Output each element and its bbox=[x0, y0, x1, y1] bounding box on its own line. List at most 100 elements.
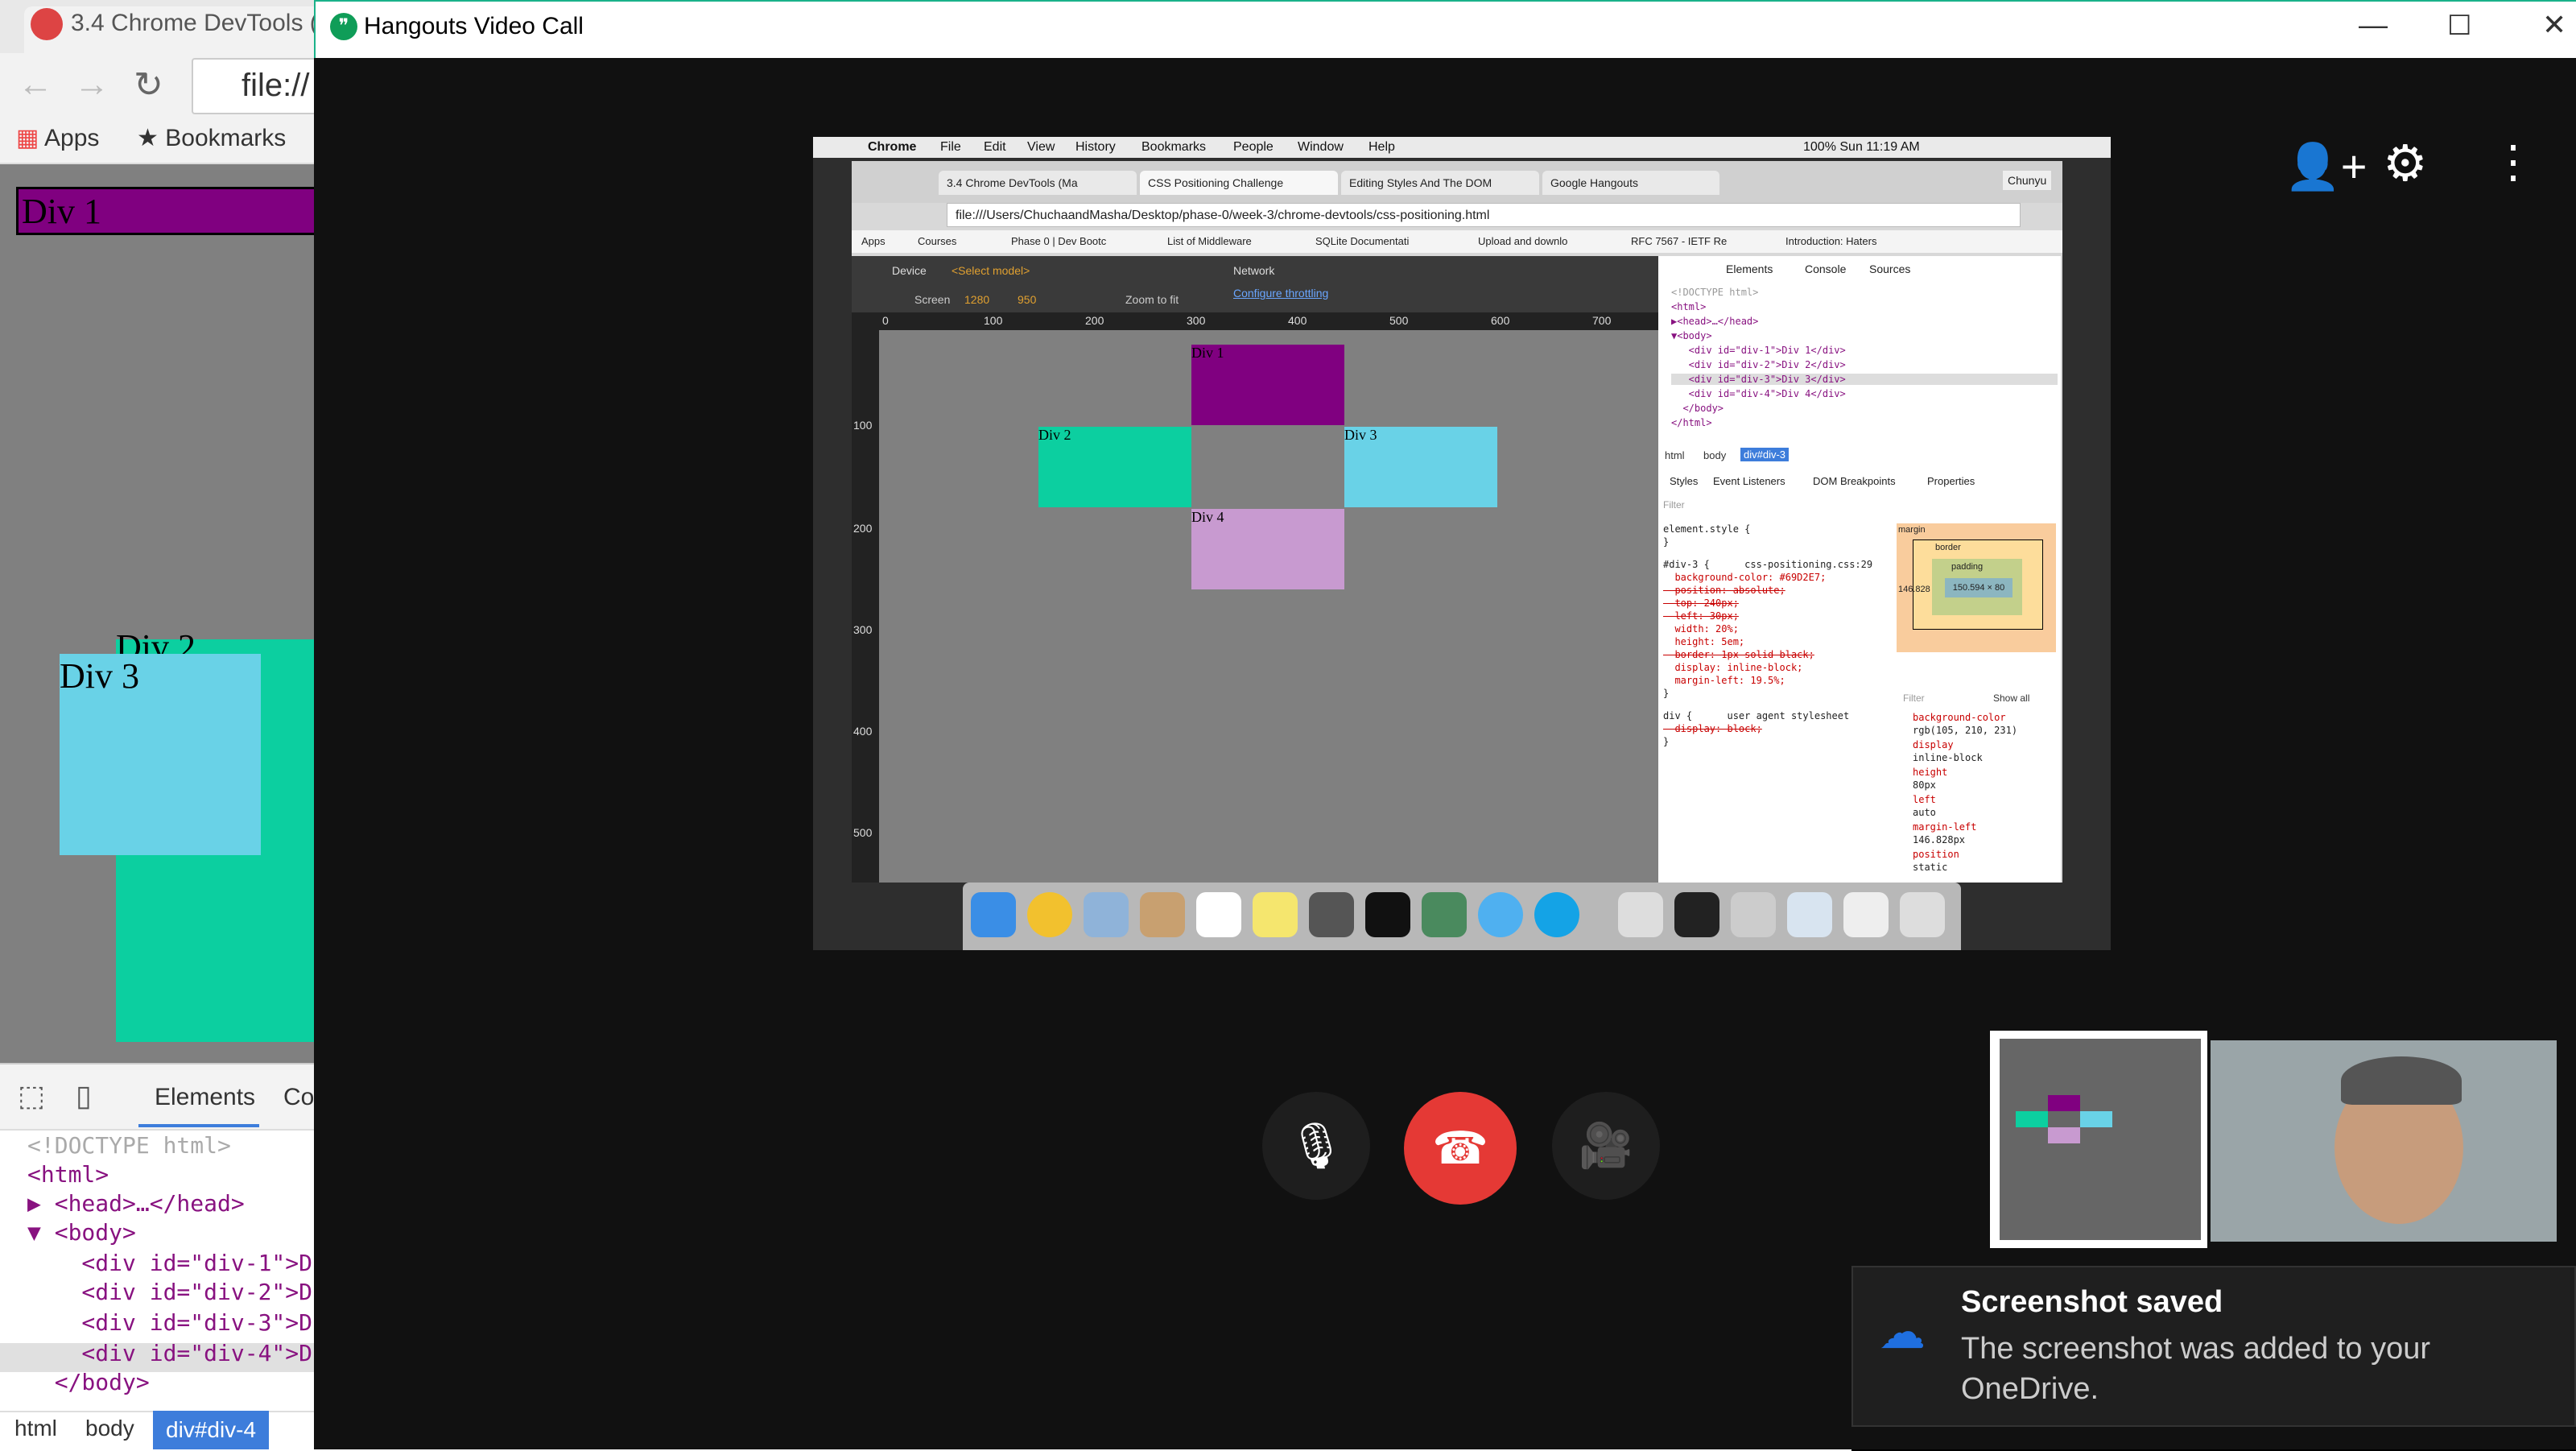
ruler-tick: 0 bbox=[882, 314, 889, 327]
participant-cap bbox=[2341, 1056, 2462, 1105]
screen-height: 950 bbox=[1018, 293, 1037, 306]
window-thumb-icon bbox=[1787, 892, 1832, 937]
style-rule-line: top: 240px; bbox=[1663, 597, 1739, 609]
forward-arrow-icon[interactable]: → bbox=[74, 64, 109, 105]
shared-bookmark: Introduction: Haters bbox=[1785, 235, 1877, 247]
style-rule-line: position: absolute; bbox=[1663, 585, 1785, 596]
bookmarks-folder[interactable]: ★ Bookmarks bbox=[137, 124, 286, 152]
bookmarks-folder-label: Bookmarks bbox=[165, 125, 287, 151]
apps-grid-icon: ▦ bbox=[16, 125, 39, 151]
shared-div-1: Div 1 bbox=[1191, 345, 1344, 425]
menu-bookmarks: Bookmarks bbox=[1141, 140, 1207, 154]
apps-bookmark[interactable]: ▦ Apps bbox=[16, 124, 99, 152]
reload-icon[interactable]: ↻ bbox=[134, 64, 163, 105]
ruler-tick: 200 bbox=[853, 522, 873, 535]
shared-bookmark: RFC 7567 - IETF Re bbox=[1631, 235, 1728, 247]
style-rule-line: element.style { bbox=[1663, 523, 1751, 535]
maximize-button[interactable]: ☐ bbox=[2447, 10, 2471, 42]
tab-elements[interactable]: Elements bbox=[155, 1084, 255, 1111]
menu-file: File bbox=[940, 140, 961, 154]
minimize-button[interactable]: — bbox=[2359, 8, 2388, 42]
computed-filter: Filter bbox=[1903, 692, 1925, 704]
shared-bookmark: Apps bbox=[861, 235, 886, 247]
shared-div-4: Div 4 bbox=[1191, 509, 1344, 589]
style-rule-line: border: 1px solid black; bbox=[1663, 649, 1814, 660]
device-model-select: <Select model> bbox=[952, 264, 1030, 277]
style-rule-line: } bbox=[1663, 688, 1670, 699]
menu-history: History bbox=[1075, 140, 1116, 154]
shared-tab: Editing Styles And The DOM bbox=[1341, 171, 1539, 195]
breadcrumb-body[interactable]: body bbox=[85, 1416, 134, 1441]
style-rule-line: } bbox=[1663, 536, 1670, 548]
phone-hangup-icon[interactable]: ☎ bbox=[1404, 1092, 1517, 1205]
add-person-icon[interactable]: 👤+ bbox=[2285, 140, 2367, 193]
ruler-tick: 400 bbox=[853, 725, 873, 738]
computed-prop: left bbox=[1913, 794, 1936, 805]
box-model-border-label: border bbox=[1935, 543, 1961, 552]
dom-line[interactable]: <html> bbox=[27, 1161, 109, 1188]
style-rule-line: div { user agent stylesheet bbox=[1663, 710, 1850, 721]
thumb-div-3 bbox=[2080, 1111, 2112, 1127]
ruler-tick: 500 bbox=[853, 826, 873, 839]
shared-bookmark: Courses bbox=[918, 235, 957, 247]
window-thumb-icon bbox=[1731, 892, 1776, 937]
ruler-tick: 400 bbox=[1288, 314, 1307, 327]
trash-icon bbox=[1900, 892, 1945, 937]
inspect-element-icon[interactable]: ⬚ bbox=[18, 1079, 45, 1113]
window-thumb-icon bbox=[1843, 892, 1889, 937]
gear-icon[interactable]: ⚙ bbox=[2383, 134, 2428, 192]
box-model-left-margin: 146.828 bbox=[1898, 585, 1930, 594]
shared-crumb-selected: div#div-3 bbox=[1740, 448, 1790, 461]
slack-icon bbox=[1422, 892, 1467, 937]
computed-prop: margin-left bbox=[1913, 821, 1977, 833]
computed-value: auto bbox=[1913, 807, 1936, 818]
shared-dom-line: ▼<body> bbox=[1671, 330, 1712, 341]
dom-line[interactable]: ▼ <body> bbox=[27, 1219, 136, 1246]
back-arrow-icon[interactable]: ← bbox=[18, 64, 53, 105]
menu-window: Window bbox=[1298, 140, 1344, 154]
contacts-icon bbox=[1140, 892, 1185, 937]
computed-value: inline-block bbox=[1913, 752, 1983, 763]
onedrive-cloud-icon: ☁ bbox=[1879, 1306, 1926, 1358]
dom-line[interactable]: <div id="div-1">Di bbox=[27, 1250, 325, 1276]
star-icon: ★ bbox=[137, 125, 159, 151]
menu-people: People bbox=[1233, 140, 1274, 154]
microphone-icon[interactable]: 🎙 bbox=[1262, 1092, 1370, 1200]
device-mode-icon[interactable]: ▯ bbox=[76, 1079, 92, 1113]
shared-pane-tab: DOM Breakpoints bbox=[1813, 475, 1896, 487]
dom-line[interactable]: </body> bbox=[27, 1369, 150, 1395]
ruler-tick: 600 bbox=[1491, 314, 1510, 327]
menubar-status: 100% Sun 11:19 AM bbox=[1803, 140, 1920, 154]
chrome-devtools-favicon-icon bbox=[31, 8, 63, 40]
breadcrumb-html[interactable]: html bbox=[14, 1416, 57, 1441]
shared-div-2: Div 2 bbox=[1038, 427, 1191, 507]
shared-dom-line: </html> bbox=[1671, 417, 1712, 428]
styles-filter: Filter bbox=[1663, 499, 1685, 511]
shared-pane-tab: Styles bbox=[1670, 475, 1699, 487]
shared-devtools-tab: Console bbox=[1805, 263, 1847, 275]
style-rule-line: height: 5em; bbox=[1663, 636, 1745, 647]
close-button[interactable]: ✕ bbox=[2542, 8, 2566, 42]
dom-line[interactable]: <!DOCTYPE html> bbox=[27, 1132, 231, 1159]
shared-tab-active: CSS Positioning Challenge bbox=[1140, 171, 1338, 195]
notes-icon bbox=[1253, 892, 1298, 937]
shared-bookmark: Phase 0 | Dev Bootc bbox=[1011, 235, 1107, 247]
video-camera-icon[interactable]: 🎥 bbox=[1552, 1092, 1660, 1200]
network-label: Network bbox=[1233, 264, 1275, 277]
more-vert-icon[interactable]: ⋮ bbox=[2491, 135, 2536, 188]
terminal-icon bbox=[1365, 892, 1410, 937]
breadcrumb-div-4[interactable]: div#div-4 bbox=[153, 1411, 270, 1449]
page-div-1: Div 1 bbox=[16, 187, 322, 235]
style-rule-line: #div-3 { css-positioning.css:29 bbox=[1663, 559, 1873, 570]
skype-icon bbox=[1534, 892, 1579, 937]
sublime-icon bbox=[1309, 892, 1354, 937]
style-rule-line: width: 20%; bbox=[1663, 623, 1739, 635]
window-thumb-icon bbox=[1618, 892, 1663, 937]
shared-div-3: Div 3 bbox=[1344, 427, 1497, 507]
style-rule-line: } bbox=[1663, 736, 1670, 747]
window-title: Hangouts Video Call bbox=[364, 13, 584, 39]
shared-tab: 3.4 Chrome DevTools (Ma bbox=[939, 171, 1137, 195]
dom-line[interactable]: ▶ <head>…</head> bbox=[27, 1190, 245, 1217]
thumb-div-4 bbox=[2048, 1127, 2080, 1143]
tab-console[interactable]: Co bbox=[283, 1084, 314, 1111]
